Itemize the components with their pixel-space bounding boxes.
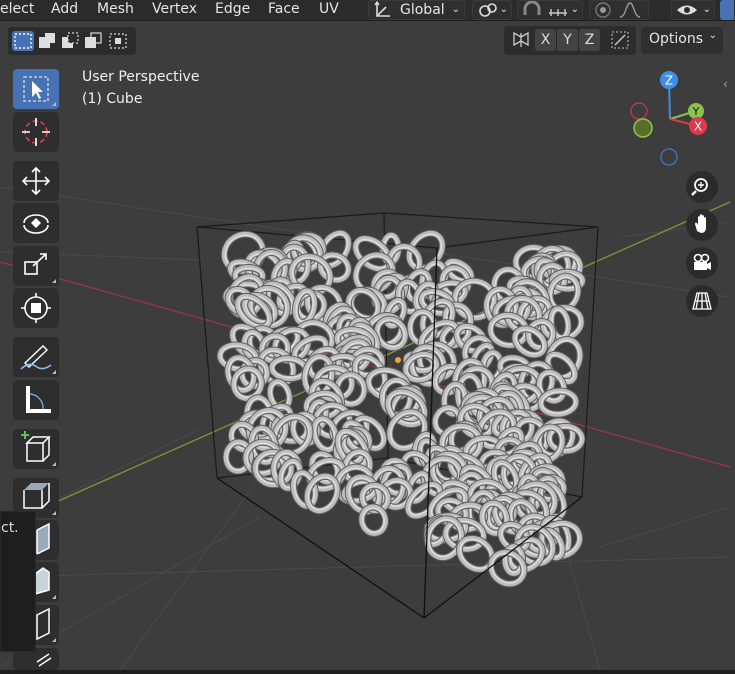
butterfly-mirror-icon <box>513 31 529 47</box>
tool-submenu-indicator <box>52 595 56 599</box>
selection-mode-group <box>8 27 136 55</box>
tooltip-text: ct. <box>1 520 19 536</box>
chevron-down-icon: ⌄ <box>499 4 508 15</box>
gizmo-z-label: Z <box>665 74 673 88</box>
tool-submenu-indicator <box>52 638 56 642</box>
select-extend-icon <box>39 33 55 48</box>
orientation-icon <box>374 1 390 17</box>
camera-view-button[interactable] <box>686 247 718 279</box>
snapping-group[interactable]: ⌄ <box>517 0 583 20</box>
tool-transform[interactable] <box>13 288 59 328</box>
pivot-icon <box>479 3 497 17</box>
tooltip-popup: ct. <box>0 511 36 652</box>
tool-submenu-indicator <box>52 462 56 466</box>
bottom-border <box>0 670 735 674</box>
chevron-down-icon: ⌄ <box>570 4 579 15</box>
ruler-icon <box>26 386 51 413</box>
tool-header-bar: X Y Z Options ⌄ <box>0 26 735 57</box>
move-icon <box>21 166 51 196</box>
torus-ring <box>268 355 309 383</box>
mirror-x-toggle[interactable]: X <box>535 29 556 51</box>
select-invert-icon <box>85 32 102 48</box>
menu-add[interactable]: Add <box>51 0 78 20</box>
select-subtract-icon <box>62 32 79 48</box>
menu-uv[interactable]: UV <box>319 0 339 20</box>
snap-increment-icon <box>549 9 567 16</box>
select-box-icon <box>14 33 32 49</box>
select-subtract-button[interactable] <box>59 31 81 51</box>
tool-submenu-indicator <box>52 370 56 374</box>
camera-icon <box>693 253 711 270</box>
select-invert-button[interactable] <box>82 31 104 51</box>
pivot-point-dropdown[interactable]: ⌄ <box>472 0 512 20</box>
tool-rotate[interactable] <box>13 203 59 243</box>
gizmo-x-label: X <box>694 120 702 134</box>
tool-cursor[interactable] <box>13 112 59 152</box>
tool-submenu-indicator <box>52 102 56 106</box>
hand-icon <box>695 214 706 233</box>
transform-icon <box>21 293 51 323</box>
proportional-editing-group[interactable] <box>589 0 649 20</box>
menu-mesh[interactable]: Mesh <box>97 0 134 20</box>
object-origin-dot <box>395 357 401 363</box>
eye-icon <box>677 5 697 15</box>
menu-edge[interactable]: Edge <box>215 0 250 20</box>
tool-move[interactable] <box>13 161 59 201</box>
orientation-label: Global <box>400 2 445 18</box>
torus-ring <box>358 503 389 537</box>
options-label: Options <box>649 31 704 47</box>
zoom-button[interactable] <box>686 171 718 203</box>
select-new-button[interactable] <box>12 31 34 51</box>
magnet-icon <box>523 1 541 15</box>
menu-face[interactable]: Face <box>268 0 300 20</box>
object-name-label: (1) Cube <box>82 91 143 107</box>
mirror-y-toggle[interactable]: Y <box>557 29 578 51</box>
perspective-toggle-button[interactable] <box>686 285 718 317</box>
chevron-down-icon: ⌄ <box>708 30 717 41</box>
header-menu-bar: elect Add Mesh Vertex Edge Face UV Globa… <box>0 0 735 21</box>
3d-viewport[interactable]: User Perspective (1) Cube Z Y X ‹ <box>0 57 730 670</box>
tool-submenu-indicator <box>52 279 56 283</box>
tool-add-cube[interactable] <box>13 429 59 469</box>
tool-submenu-indicator <box>52 511 56 515</box>
select-intersect-icon <box>109 33 127 49</box>
topology-mirror-icon[interactable] <box>609 29 631 51</box>
select-extend-button[interactable] <box>36 31 58 51</box>
tool-measure[interactable] <box>13 380 59 420</box>
navigation-gizmo[interactable]: Z Y X <box>620 67 730 177</box>
mirror-group: X Y Z <box>504 26 636 55</box>
tool-select-box[interactable] <box>13 69 59 109</box>
select-intersect-button[interactable] <box>107 31 129 51</box>
sidebar-collapse-icon[interactable]: ‹ <box>723 77 730 91</box>
torus-array <box>216 229 586 588</box>
grid-perspective-icon <box>692 292 712 310</box>
pan-button[interactable] <box>686 209 718 241</box>
gizmo-y-label: Y <box>692 105 700 118</box>
proportional-edit-icon <box>595 2 611 18</box>
overlays-dropdown[interactable]: ⌄ <box>671 0 715 20</box>
gizmo-toggle-button[interactable] <box>720 0 734 20</box>
view-name-label: User Perspective <box>82 69 200 85</box>
menu-select[interactable]: elect <box>0 0 34 20</box>
chevron-down-icon: ⌄ <box>451 4 460 15</box>
chevron-down-icon: ⌄ <box>702 4 711 15</box>
menu-vertex[interactable]: Vertex <box>152 0 197 20</box>
rotate-icon <box>23 214 49 234</box>
magnifier-icon <box>691 178 708 196</box>
options-dropdown[interactable]: Options ⌄ <box>641 27 723 54</box>
mirror-z-toggle[interactable]: Z <box>579 29 600 51</box>
tool-scale[interactable] <box>13 246 59 286</box>
transform-orientation-dropdown[interactable]: Global ⌄ <box>368 0 465 20</box>
falloff-curve-icon <box>619 2 641 18</box>
3d-cursor-icon <box>22 118 50 146</box>
tool-annotate[interactable] <box>13 337 59 377</box>
